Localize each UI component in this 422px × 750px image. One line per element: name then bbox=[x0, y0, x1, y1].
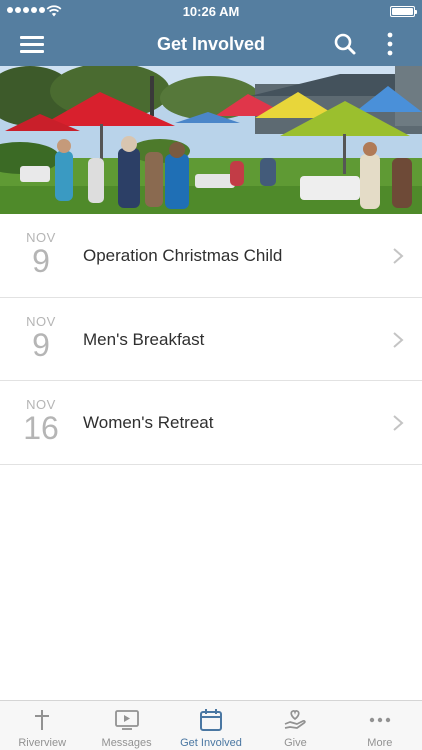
page-title: Get Involved bbox=[156, 34, 266, 54]
list-item[interactable]: NOV 9 Operation Christmas Child bbox=[0, 214, 422, 298]
tab-give[interactable]: Give bbox=[253, 701, 337, 750]
event-list: NOV 9 Operation Christmas Child NOV 9 Me… bbox=[0, 214, 422, 465]
more-vertical-icon[interactable] bbox=[380, 31, 400, 57]
chevron-right-icon bbox=[393, 415, 404, 431]
chevron-right-icon bbox=[393, 331, 404, 348]
list-item[interactable]: NOV 9 Men's Breakfast bbox=[0, 297, 422, 381]
calendar-icon bbox=[200, 709, 223, 731]
event-title: Operation Christmas Child bbox=[83, 246, 283, 265]
more-horizontal-icon bbox=[369, 717, 391, 723]
list-item[interactable]: NOV 16 Women's Retreat bbox=[0, 381, 422, 465]
event-title: Women's Retreat bbox=[83, 413, 214, 432]
chevron-right-icon bbox=[393, 248, 404, 264]
tab-label: Give bbox=[284, 737, 307, 749]
status-time: 10:26 AM bbox=[182, 4, 240, 19]
tab-messages[interactable]: Messages bbox=[84, 701, 168, 750]
event-date: NOV 9 bbox=[20, 314, 62, 363]
tab-label: More bbox=[367, 737, 393, 749]
event-date: NOV 9 bbox=[20, 231, 62, 279]
search-icon[interactable] bbox=[333, 32, 357, 56]
status-bar: 10:26 AM bbox=[0, 0, 422, 22]
hero-image bbox=[0, 66, 422, 214]
tab-riverview[interactable]: Riverview bbox=[0, 701, 84, 750]
event-day: 9 bbox=[32, 326, 50, 363]
tab-label: Riverview bbox=[18, 737, 67, 749]
tab-bar: Riverview Messages Get Involved Give Mor… bbox=[0, 700, 422, 750]
hand-heart-icon bbox=[285, 710, 307, 729]
event-title: Men's Breakfast bbox=[83, 329, 205, 349]
nav-bar: Get Involved bbox=[0, 22, 422, 66]
cross-icon bbox=[35, 710, 50, 730]
app-screen: 10:26 AM Get Involved NOV 9 Operation Ch… bbox=[0, 0, 422, 750]
play-screen-icon bbox=[114, 710, 139, 730]
outdoor-gathering-photo bbox=[0, 66, 422, 214]
tab-more[interactable]: More bbox=[338, 701, 422, 750]
tab-get-involved[interactable]: Get Involved bbox=[169, 701, 253, 750]
event-date: NOV 16 bbox=[20, 398, 62, 446]
tab-label: Messages bbox=[101, 737, 152, 749]
event-day: 9 bbox=[32, 243, 50, 279]
battery-icon bbox=[390, 6, 417, 17]
event-day: 16 bbox=[23, 410, 59, 446]
tab-label: Get Involved bbox=[180, 737, 242, 749]
